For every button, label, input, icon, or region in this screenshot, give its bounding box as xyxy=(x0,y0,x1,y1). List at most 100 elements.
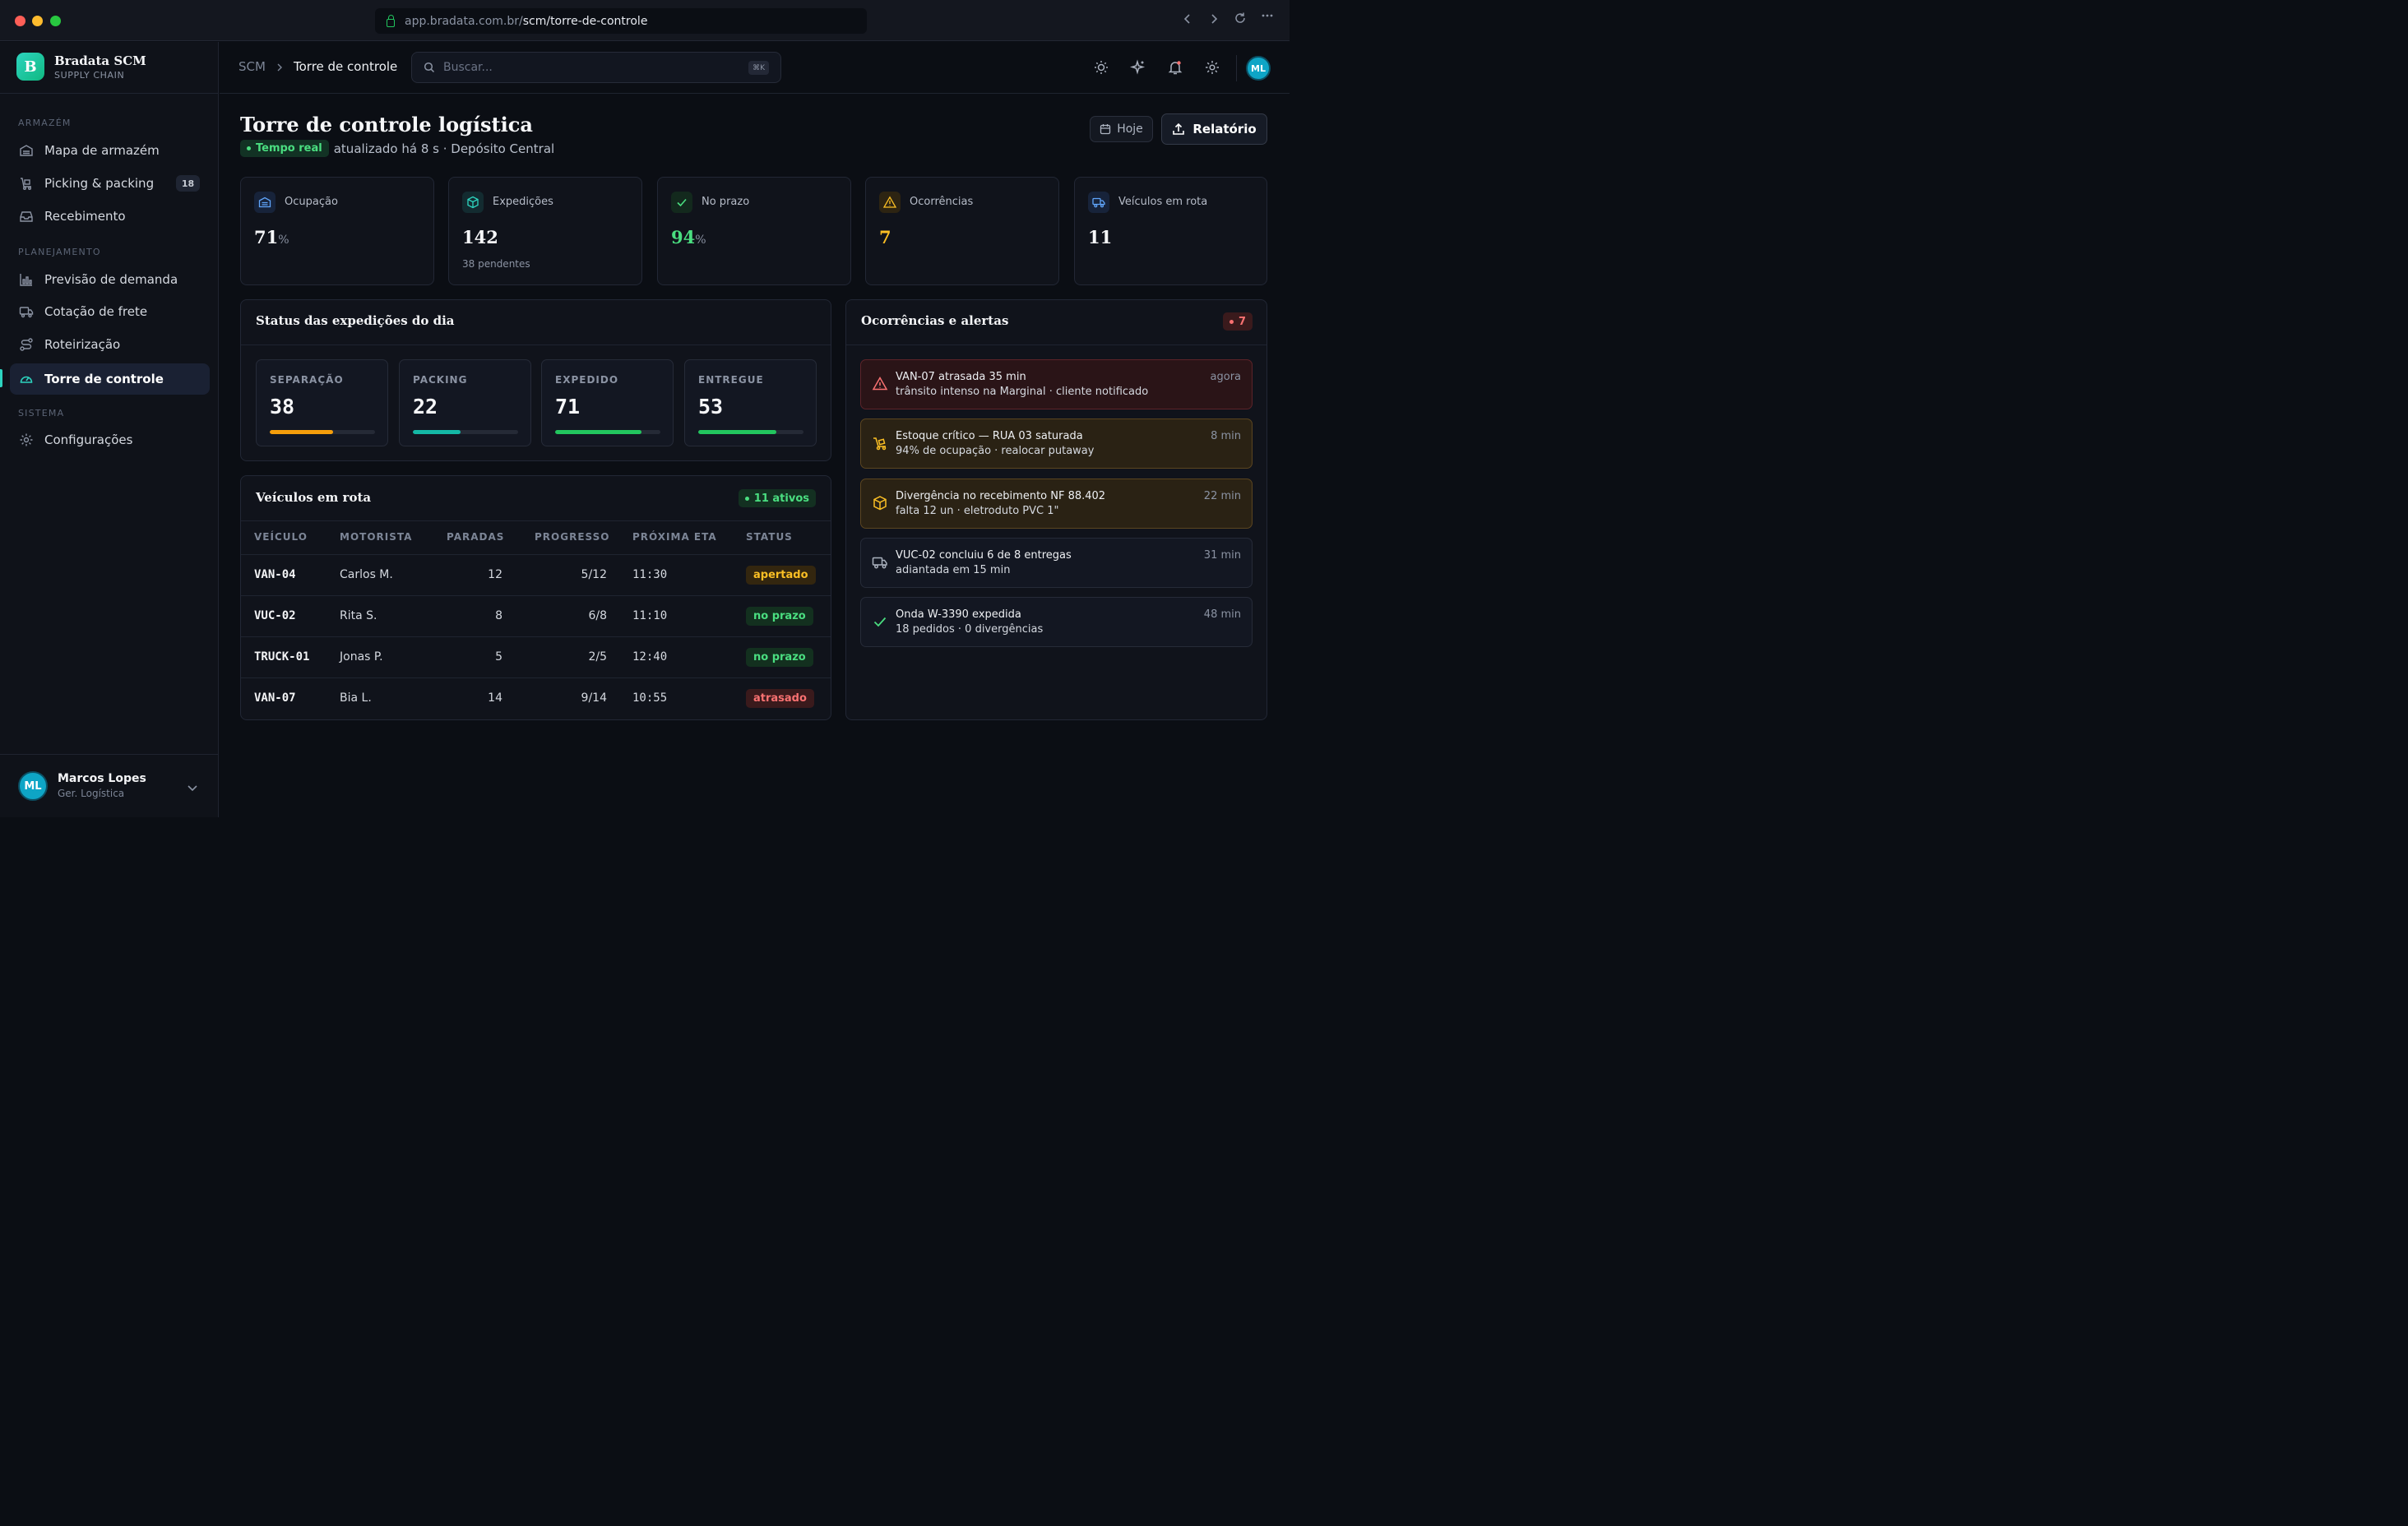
live-dot-icon xyxy=(247,146,251,150)
close-window-button[interactable] xyxy=(15,16,25,26)
table-row[interactable]: VUC-02 Rita S. 8 6/8 11:10 no prazo xyxy=(241,595,831,636)
status-badge: no prazo xyxy=(746,607,813,626)
sidebar-item-label: Configurações xyxy=(44,432,133,447)
alert-item[interactable]: VUC-02 concluiu 6 de 8 entregas adiantad… xyxy=(860,538,1253,588)
user-card[interactable]: ML Marcos Lopes Ger. Logística xyxy=(0,754,218,817)
back-icon[interactable] xyxy=(1182,12,1193,29)
sidebar-item-mapa-armazem[interactable]: Mapa de armazém xyxy=(10,135,210,166)
sidebar-item-picking-packing[interactable]: Picking & packing 18 xyxy=(10,168,210,199)
status-tile-entregue: ENTREGUE 53 xyxy=(684,359,817,446)
maximize-window-button[interactable] xyxy=(50,16,61,26)
progress-track xyxy=(698,430,803,434)
updated-text: atualizado há 8 s · Depósito Central xyxy=(333,141,555,156)
today-button[interactable]: Hoje xyxy=(1090,116,1153,142)
sidebar-item-label: Recebimento xyxy=(44,209,126,224)
kpi-subtext: 38 pendentes xyxy=(462,258,530,270)
address-bar[interactable]: app.bradata.com.br/scm/torre-de-controle xyxy=(375,8,867,34)
live-badge: Tempo real xyxy=(240,140,329,157)
dolly-icon xyxy=(872,435,888,451)
warning-icon xyxy=(872,376,888,392)
inbox-icon xyxy=(18,208,35,224)
chevron-down-icon[interactable] xyxy=(187,781,198,797)
forward-icon[interactable] xyxy=(1208,12,1220,29)
sidebar-item-label: Mapa de armazém xyxy=(44,143,160,158)
column-header[interactable]: PROGRESSO xyxy=(535,531,609,543)
alert-item[interactable]: VAN-07 atrasada 35 min trânsito intenso … xyxy=(860,359,1253,409)
sidebar-item-roteirizacao[interactable]: Roteirização xyxy=(10,329,210,360)
avatar: ML xyxy=(18,771,48,801)
panel-title: Status das expedições do dia xyxy=(256,313,455,328)
kpi-card-expedicoes: Expedições 142 38 pendentes xyxy=(448,177,642,285)
box-icon xyxy=(462,192,484,213)
panel-title: Ocorrências e alertas xyxy=(861,313,1009,328)
column-header[interactable]: MOTORISTA xyxy=(340,531,412,543)
breadcrumb-current: Torre de controle xyxy=(294,59,398,74)
report-button[interactable]: Relatório xyxy=(1161,113,1267,145)
breadcrumb-root[interactable]: SCM xyxy=(238,59,266,74)
table-row[interactable]: VAN-04 Carlos M. 12 5/12 11:30 apertado xyxy=(241,554,831,595)
alert-item[interactable]: Divergência no recebimento NF 88.402 fal… xyxy=(860,479,1253,529)
status-badge: no prazo xyxy=(746,648,813,667)
status-badge: atrasado xyxy=(746,689,814,708)
alert-item[interactable]: Onda W-3390 expedida 18 pedidos · 0 dive… xyxy=(860,597,1253,647)
vehicles-panel: Veículos em rota 11 ativos VEÍCULO MOTOR… xyxy=(240,475,831,720)
stops-count: 5 xyxy=(495,650,502,664)
url-path: scm/torre-de-controle xyxy=(522,14,648,28)
sidebar-item-torre-controle[interactable]: Torre de controle xyxy=(10,363,210,395)
topbar: SCM Torre de controle Buscar... ⌘K ML xyxy=(220,42,1290,94)
alert-description: falta 12 un · eletroduto PVC 1" xyxy=(896,505,1059,517)
user-name: Marcos Lopes xyxy=(58,772,146,785)
upload-icon xyxy=(1172,123,1185,136)
column-header[interactable]: PARADAS xyxy=(447,531,504,543)
alert-item[interactable]: Estoque crítico — RUA 03 saturada 94% de… xyxy=(860,418,1253,469)
sidebar-item-configuracoes[interactable]: Configurações xyxy=(10,424,210,455)
route-icon xyxy=(18,336,35,353)
column-header[interactable]: STATUS xyxy=(746,531,793,543)
alert-title: Onda W-3390 expedida xyxy=(896,608,1021,621)
brand-logo: B xyxy=(16,53,44,81)
status-dot-icon xyxy=(1229,319,1234,324)
vehicle-id: VAN-07 xyxy=(254,691,296,705)
bell-icon[interactable] xyxy=(1165,58,1185,77)
divider xyxy=(1236,55,1237,81)
kpi-label: No prazo xyxy=(702,196,750,208)
avatar[interactable]: ML xyxy=(1246,56,1271,81)
warehouse-icon xyxy=(254,192,276,213)
sidebar: B Bradata SCM SUPPLY CHAIN ARMAZÉM Mapa … xyxy=(0,42,219,817)
sidebar-item-cotacao-frete[interactable]: Cotação de frete xyxy=(10,296,210,327)
search-input[interactable]: Buscar... ⌘K xyxy=(411,52,781,83)
next-eta: 11:30 xyxy=(632,568,668,581)
alert-title: VUC-02 concluiu 6 de 8 entregas xyxy=(896,549,1072,562)
sidebar-item-recebimento[interactable]: Recebimento xyxy=(10,201,210,232)
reload-icon[interactable] xyxy=(1234,12,1247,29)
divider xyxy=(0,93,218,94)
kpi-value: 94% xyxy=(671,227,706,247)
table-row[interactable]: TRUCK-01 Jonas P. 5 2/5 12:40 no prazo xyxy=(241,636,831,677)
progress-track xyxy=(413,430,518,434)
warehouse-icon xyxy=(18,142,35,159)
section-label-sistema: SISTEMA xyxy=(18,408,65,418)
kpi-card-veiculos: Veículos em rota 11 xyxy=(1074,177,1267,285)
user-role: Ger. Logística xyxy=(58,788,125,799)
more-icon[interactable] xyxy=(1261,9,1274,26)
settings-gear-icon[interactable] xyxy=(1202,58,1222,77)
alert-description: 94% de ocupação · realocar putaway xyxy=(896,445,1095,457)
alert-description: trânsito intenso na Marginal · cliente n… xyxy=(896,386,1149,398)
sidebar-item-previsao-demanda[interactable]: Previsão de demanda xyxy=(10,264,210,295)
kpi-card-no-prazo: No prazo 94% xyxy=(657,177,851,285)
progress-fill xyxy=(698,430,776,434)
theme-toggle-sun-icon[interactable] xyxy=(1091,58,1111,77)
table-row[interactable]: VAN-07 Bia L. 14 9/14 10:55 atrasado xyxy=(241,677,831,719)
box-icon xyxy=(872,495,888,511)
tile-label: PACKING xyxy=(413,374,468,386)
minimize-window-button[interactable] xyxy=(32,16,43,26)
ai-sparkle-icon[interactable] xyxy=(1128,58,1148,77)
column-header[interactable]: VEÍCULO xyxy=(254,531,308,543)
brand[interactable]: B Bradata SCM SUPPLY CHAIN xyxy=(16,53,146,81)
brand-subtitle: SUPPLY CHAIN xyxy=(54,69,125,81)
alert-time: 8 min xyxy=(1211,430,1241,442)
stops-count: 12 xyxy=(488,568,502,581)
truck-icon xyxy=(18,303,35,320)
column-header[interactable]: PRÓXIMA ETA xyxy=(632,531,717,543)
progress-fill xyxy=(555,430,641,434)
